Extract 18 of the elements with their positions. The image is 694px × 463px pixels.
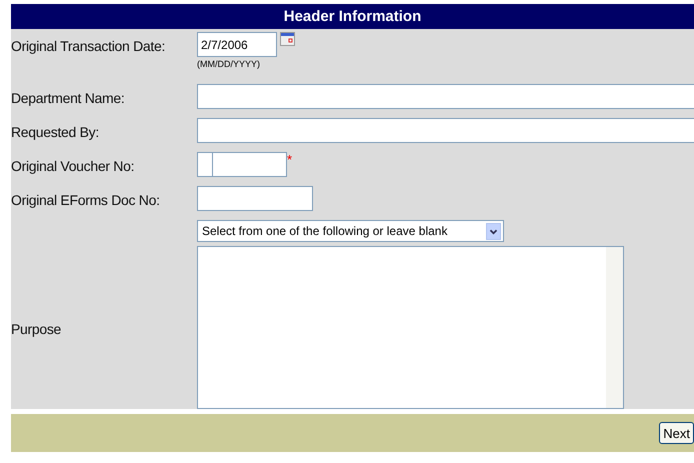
text-field[interactable] <box>197 186 313 211</box>
field-label: Purpose <box>11 320 62 336</box>
next-button[interactable]: Next <box>659 422 694 444</box>
format-hint: (MM/DD/YYYY) <box>197 59 261 69</box>
field-label: Department Name: <box>11 89 126 106</box>
field-label: Requested By: <box>11 123 100 140</box>
section-header: Header Information <box>11 4 694 29</box>
field-label: Original EForms Doc No: <box>11 191 161 208</box>
date-field[interactable]: 2/7/2006 <box>197 32 277 57</box>
text-field[interactable] <box>212 152 287 177</box>
text-field[interactable] <box>197 152 213 177</box>
text-field[interactable] <box>197 84 694 109</box>
field-label: Original Voucher No: <box>11 157 136 174</box>
purpose-dropdown[interactable]: Select from one of the following or leave blank <box>197 220 504 242</box>
required-mark: * <box>287 152 292 167</box>
field-label: Original Transaction Date: <box>11 37 166 54</box>
calendar-icon[interactable] <box>280 32 295 46</box>
text-field[interactable] <box>197 118 694 143</box>
